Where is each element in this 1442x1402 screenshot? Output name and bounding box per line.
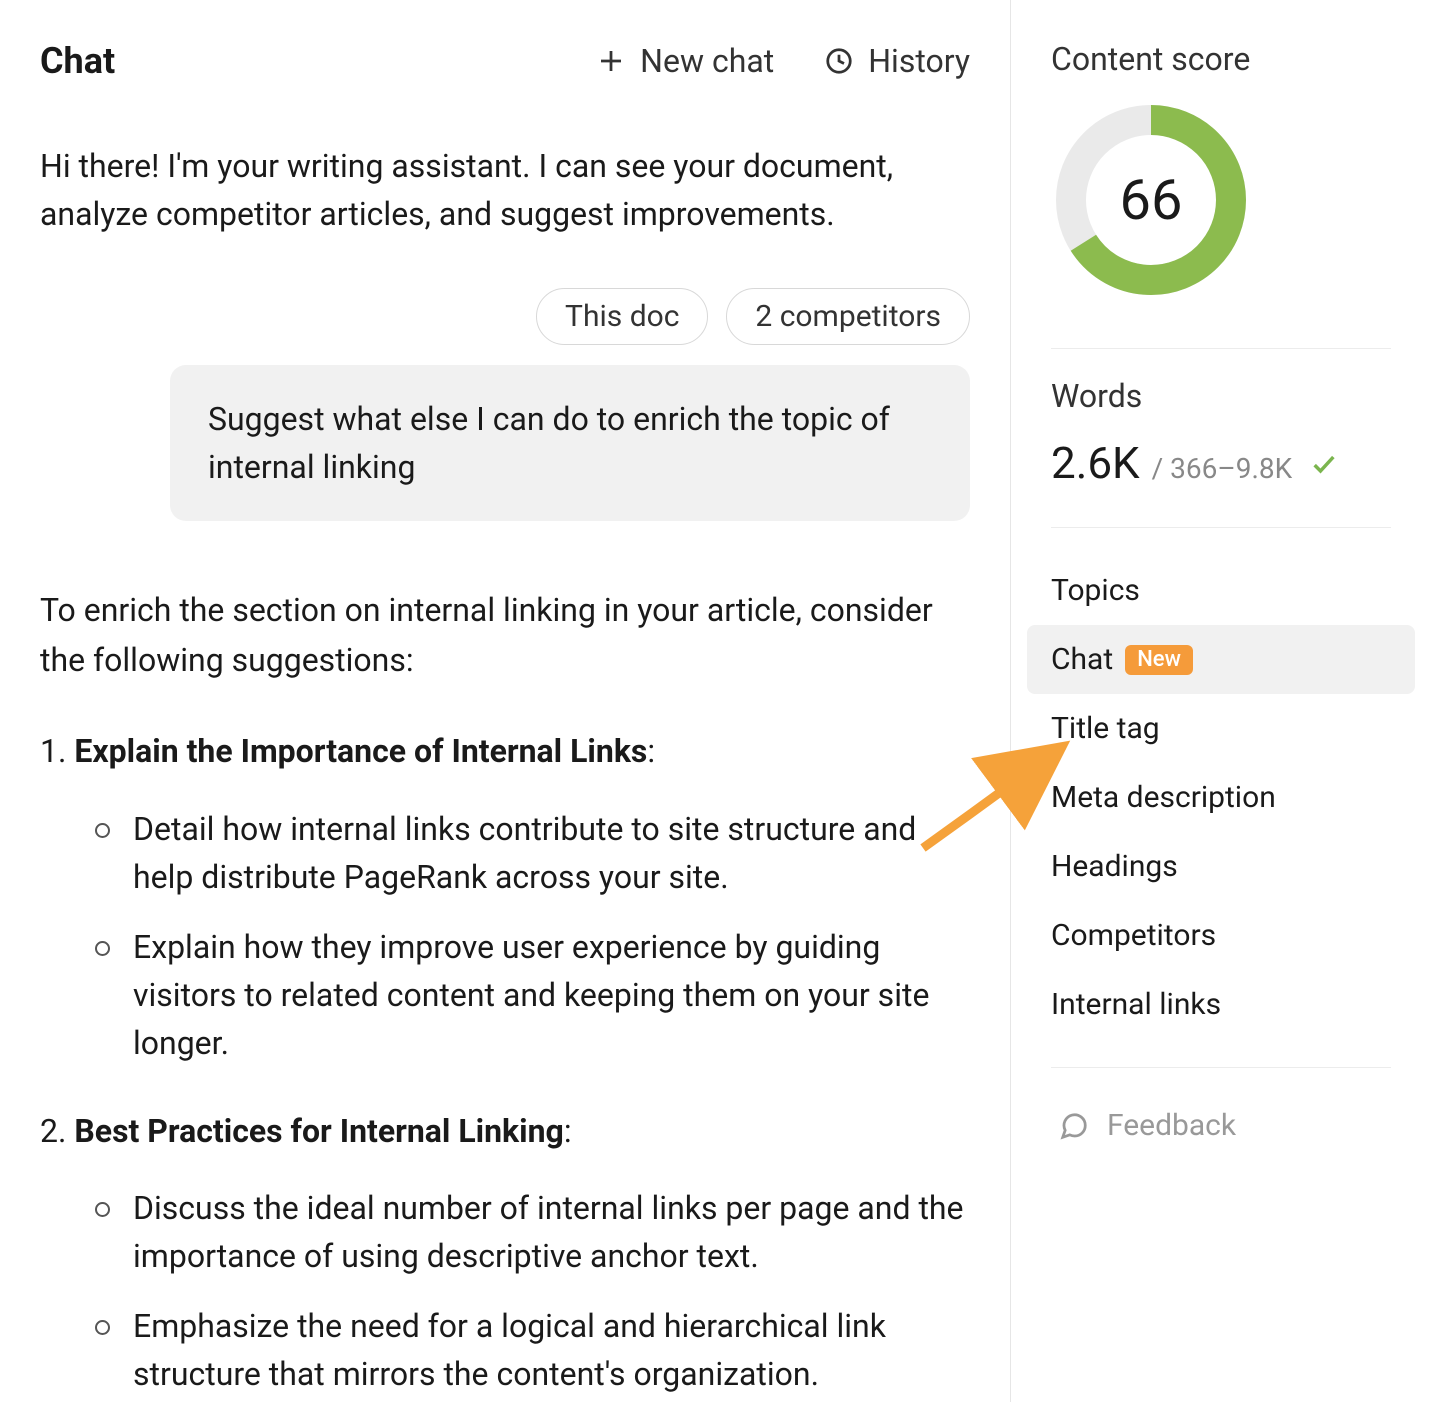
nav-label: Chat [1051,642,1113,677]
nav-chat[interactable]: Chat New [1027,625,1415,694]
chat-panel: Chat New chat History Hi there! I'm your… [0,0,1010,1402]
suggestion-title: Explain the Importance of Internal Links [74,732,647,770]
suggestion-point: Emphasize the need for a logical and hie… [95,1302,970,1398]
feedback-icon [1059,1111,1089,1141]
words-heading: Words [1051,377,1391,415]
nav-label: Headings [1051,849,1178,884]
feedback-button[interactable]: Feedback [1051,1108,1391,1143]
plus-icon [596,46,626,76]
suggestion-point: Explain how they improve user experience… [95,923,970,1067]
suggestion-point: Discuss the ideal number of internal lin… [95,1184,970,1280]
history-button[interactable]: History [824,42,970,80]
content-score-heading: Content score [1051,40,1391,78]
chat-title: Chat [40,40,115,82]
nav-label: Competitors [1051,918,1216,953]
suggestion-points: Detail how internal links contribute to … [95,805,970,1067]
suggestion-item: 1. Explain the Importance of Internal Li… [40,727,970,1067]
chip-this-doc[interactable]: This doc [536,288,708,345]
nav-meta-description[interactable]: Meta description [1027,763,1415,832]
nav-competitors[interactable]: Competitors [1027,901,1415,970]
history-icon [824,46,854,76]
chip-competitors[interactable]: 2 competitors [726,288,970,345]
content-score-gauge: 66 [1051,100,1251,300]
chat-header: Chat New chat History [40,40,970,82]
nav-label: Meta description [1051,780,1276,815]
nav-label: Title tag [1051,711,1160,746]
history-label: History [868,42,970,80]
user-message-bubble: Suggest what else I can do to enrich the… [170,365,970,521]
suggestion-number: 2. [40,1112,66,1150]
suggestion-points: Discuss the ideal number of internal lin… [95,1184,970,1398]
suggestion-colon: : [647,732,655,770]
new-chat-label: New chat [640,42,774,80]
suggestion-title: Best Practices for Internal Linking [74,1112,563,1150]
suggestion-number: 1. [40,732,66,770]
nav-headings[interactable]: Headings [1027,832,1415,901]
assistant-response-intro: To enrich the section on internal linkin… [40,586,970,685]
content-score-value: 66 [1051,100,1251,300]
nav-label: Topics [1051,573,1140,608]
suggestion-item: 2. Best Practices for Internal Linking: … [40,1107,970,1399]
sidebar-divider [1051,527,1391,528]
new-chat-button[interactable]: New chat [596,42,774,80]
words-range: / 366–9.8K [1152,452,1293,485]
check-icon [1310,450,1338,478]
words-value: 2.6K [1051,437,1140,489]
sidebar-nav: Topics Chat New Title tag Meta descripti… [1027,556,1415,1039]
chat-header-actions: New chat History [596,42,970,80]
suggestion-point: Detail how internal links contribute to … [95,805,970,901]
suggestions-list: 1. Explain the Importance of Internal Li… [40,727,970,1398]
nav-title-tag[interactable]: Title tag [1027,694,1415,763]
sidebar-divider [1051,1067,1391,1068]
context-chips: This doc 2 competitors [40,288,970,345]
nav-label: Internal links [1051,987,1221,1022]
sidebar-divider [1051,348,1391,349]
feedback-label: Feedback [1107,1108,1236,1143]
suggestion-colon: : [564,1112,572,1150]
sidebar: Content score 66 Words 2.6K / 366–9.8K T… [1011,0,1431,1402]
assistant-greeting: Hi there! I'm your writing assistant. I … [40,142,970,238]
nav-topics[interactable]: Topics [1027,556,1415,625]
new-badge: New [1125,645,1193,675]
nav-internal-links[interactable]: Internal links [1027,970,1415,1039]
words-row: 2.6K / 366–9.8K [1051,437,1391,489]
